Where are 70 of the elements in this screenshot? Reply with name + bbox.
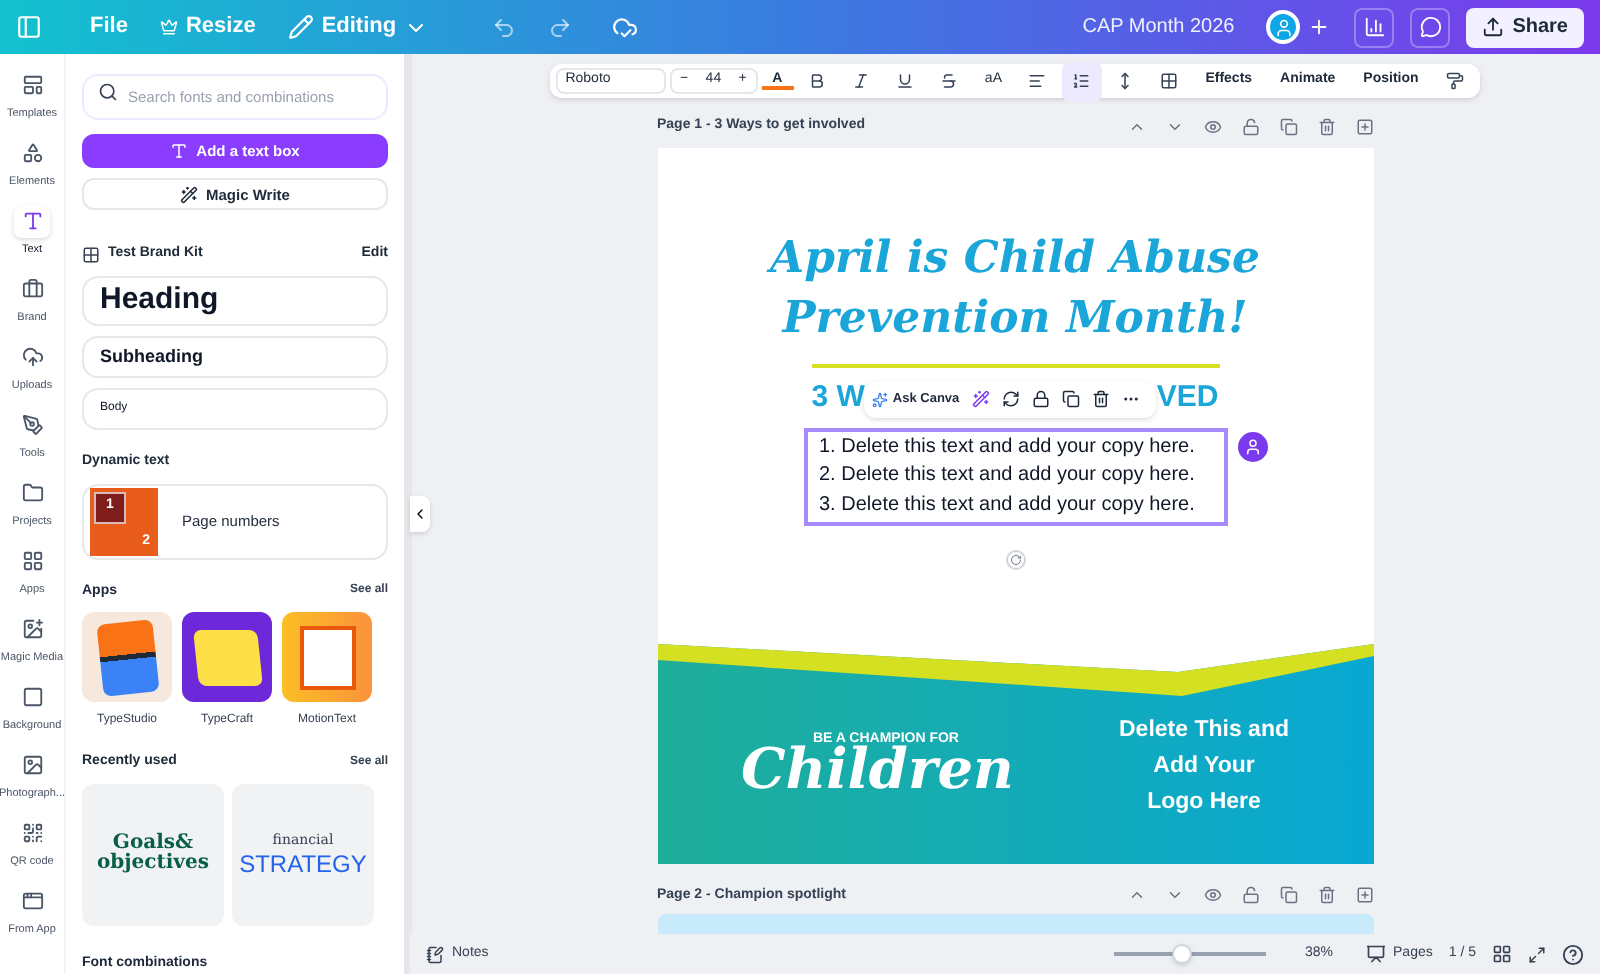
- eye-icon[interactable]: [1203, 886, 1221, 905]
- add-page-icon[interactable]: [1355, 886, 1373, 905]
- copy-icon[interactable]: [1061, 390, 1080, 408]
- square-icon: [21, 686, 43, 709]
- list-item: 2. Delete this text and add your copy here.: [819, 462, 1195, 490]
- cloud-icon[interactable]: [612, 14, 639, 40]
- chevron-left-icon: [412, 506, 428, 522]
- app-window-icon: [21, 890, 43, 913]
- share-button[interactable]: Share: [1466, 7, 1584, 47]
- text-icon: [170, 142, 189, 161]
- comment-button[interactable]: [1410, 7, 1451, 47]
- text-style-card[interactable]: Subheading: [82, 336, 388, 379]
- app-logo-drawing: [182, 612, 272, 702]
- image-plus-icon: [21, 618, 43, 641]
- analytics-button[interactable]: [1354, 7, 1395, 47]
- refresh-icon[interactable]: [1001, 390, 1020, 408]
- list-item: 3. Delete this text and add your copy here.: [819, 491, 1195, 519]
- grid-view-icon[interactable]: [1492, 944, 1512, 964]
- font-combination-tile[interactable]: Goals& objectives: [82, 783, 224, 925]
- unlock-icon[interactable]: [1241, 117, 1259, 136]
- magic-icon[interactable]: [971, 390, 990, 408]
- text-style-card[interactable]: Heading: [82, 275, 388, 327]
- unlock-icon[interactable]: [1241, 886, 1259, 905]
- comment-badge-icon[interactable]: [1237, 431, 1267, 461]
- image-icon: [21, 754, 43, 777]
- document-title: CAP Month 2026: [1082, 14, 1235, 42]
- comment-icon: [1419, 16, 1442, 38]
- magic-wand-icon: [180, 185, 199, 204]
- text-icon: [21, 210, 43, 233]
- notes-icon: [426, 945, 444, 963]
- help-icon[interactable]: [1562, 943, 1584, 965]
- subtitle-text: 3 W: [811, 378, 865, 419]
- template-icon: [21, 74, 43, 97]
- shapes-icon: [21, 142, 43, 165]
- pages-icon: [1365, 944, 1386, 964]
- app-logo-drawing: [282, 612, 372, 702]
- cloud-upload-icon: [21, 346, 43, 369]
- app-logo-drawing: [82, 612, 172, 702]
- add-page-icon[interactable]: [1355, 117, 1373, 136]
- search-icon: [98, 82, 118, 102]
- pencil-icon: [287, 14, 314, 40]
- fullscreen-icon[interactable]: [1528, 945, 1546, 963]
- subtitle-text: VED: [1156, 378, 1219, 419]
- collapse-panel-button[interactable]: [410, 496, 430, 532]
- lock-icon[interactable]: [1031, 390, 1050, 408]
- logo-placeholder-text: Delete This and: [1119, 715, 1289, 745]
- brand-kit-icon: [82, 246, 100, 265]
- list-item: 1. Delete this text and add your copy here.: [819, 433, 1195, 461]
- bar-chart-icon: [1363, 16, 1386, 38]
- logo-placeholder-text: Logo Here: [1147, 787, 1261, 817]
- design-title: Prevention Month!: [782, 289, 1248, 347]
- rotate-handle-icon[interactable]: [1005, 550, 1025, 570]
- numbered-list-icon[interactable]: [1061, 61, 1102, 101]
- pen-icon: [21, 414, 43, 437]
- briefcase-icon: [21, 278, 43, 301]
- zoom-slider-thumb[interactable]: [1171, 944, 1192, 964]
- sparkle-icon: [872, 391, 889, 407]
- avatar-icon[interactable]: [1266, 10, 1301, 44]
- sidebar-toggle-icon[interactable]: [16, 14, 42, 40]
- design-title: April is Child Abuse: [770, 229, 1260, 287]
- logo-placeholder-text: Add Your: [1153, 751, 1255, 781]
- upload-icon: [1482, 16, 1505, 38]
- eye-icon[interactable]: [1203, 117, 1221, 136]
- folder-icon: [21, 482, 43, 505]
- grid-icon: [21, 550, 43, 573]
- plus-icon[interactable]: [1308, 16, 1331, 38]
- qr-code-icon: [21, 822, 43, 845]
- crown-icon: [159, 18, 178, 36]
- trash-icon[interactable]: [1091, 390, 1110, 408]
- children-script-text: Children: [741, 742, 1014, 798]
